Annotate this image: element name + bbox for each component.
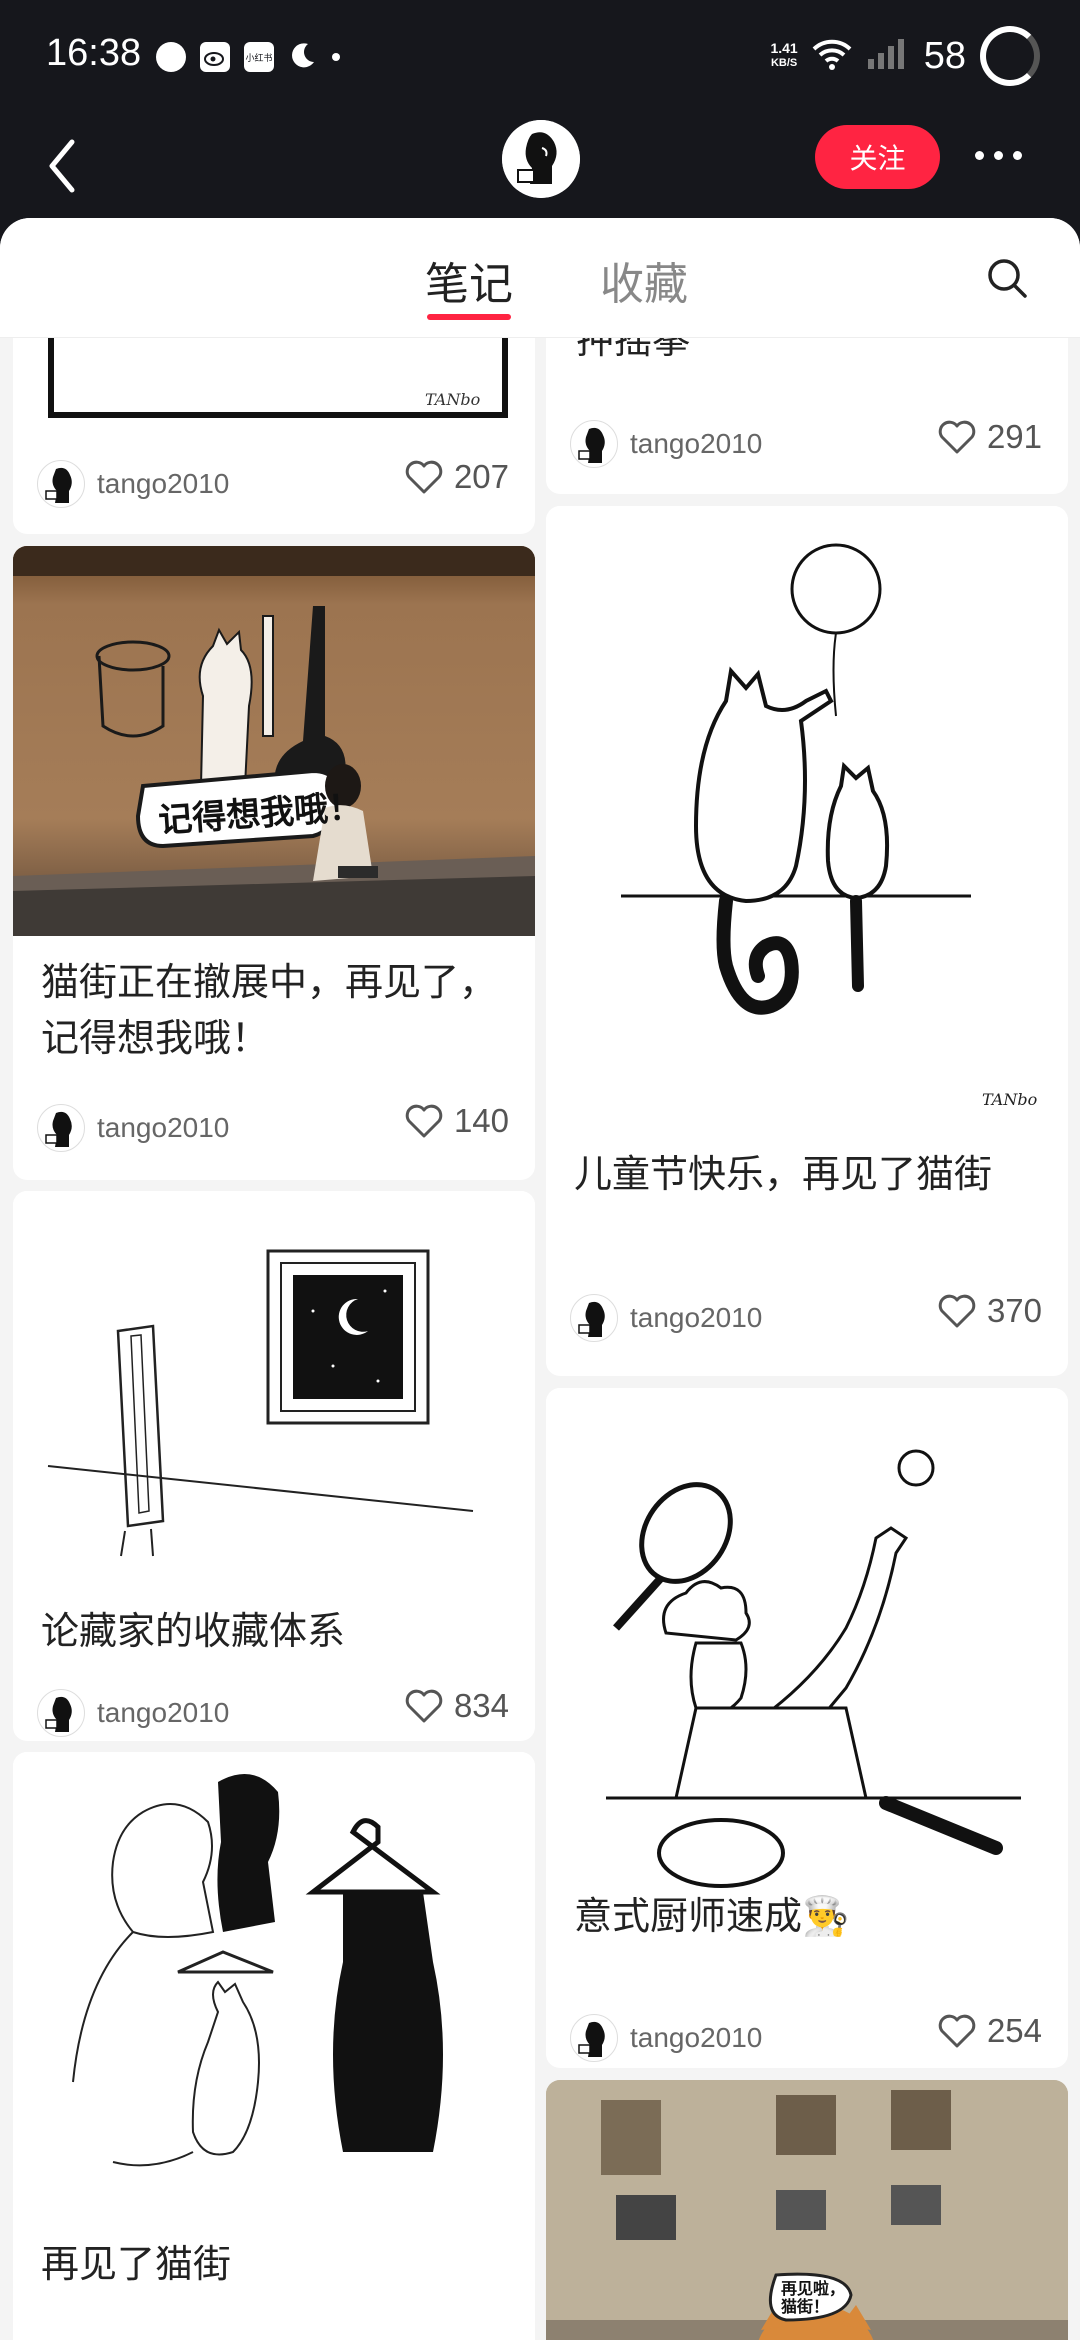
xhs-icon-label: 小红书 bbox=[245, 53, 273, 64]
net-speed-value: 1.41 bbox=[770, 40, 798, 56]
like-button[interactable]: 370 bbox=[937, 1292, 1042, 1330]
chevron-left-icon bbox=[49, 139, 75, 193]
like-button[interactable]: 291 bbox=[937, 418, 1042, 456]
heart-icon bbox=[938, 420, 976, 454]
note-author[interactable]: tango2010 bbox=[570, 420, 762, 468]
note-title: 猫街正在撤展中，再见了，记得想我哦！ bbox=[41, 960, 498, 1060]
note-card[interactable]: 再见了猫街 tango2010 240 bbox=[13, 1752, 535, 2340]
note-author[interactable]: tango2010 bbox=[570, 1294, 762, 1342]
dot-icon bbox=[994, 150, 1003, 160]
wifi-icon bbox=[812, 37, 852, 75]
note-card[interactable]: 记得想我哦！ 猫街正在撤展中，再见了，记得想我哦！ tango2010 140 bbox=[13, 546, 535, 1180]
note-cover-image: 记得想我哦！ bbox=[13, 546, 535, 936]
profile-content-sheet: 笔记 收藏 TANbo tango2010 207 记得想我哦！ 猫街正在撤展中… bbox=[0, 218, 1080, 2340]
status-notification-icons: 小红书 bbox=[156, 40, 340, 74]
note-author[interactable]: tango2010 bbox=[37, 1104, 229, 1152]
header-avatar[interactable] bbox=[502, 120, 580, 198]
author-avatar bbox=[37, 1104, 85, 1152]
author-avatar bbox=[37, 460, 85, 508]
like-button[interactable]: 834 bbox=[404, 1687, 509, 1725]
author-avatar bbox=[570, 1294, 618, 1342]
author-name: tango2010 bbox=[97, 468, 230, 499]
search-button[interactable] bbox=[985, 256, 1029, 300]
author-name: tango2010 bbox=[630, 2022, 763, 2053]
note-cover-image bbox=[13, 1752, 535, 2222]
avatar-illustration-icon bbox=[502, 120, 580, 198]
author-name: tango2010 bbox=[97, 1697, 230, 1728]
signal-icon bbox=[866, 37, 910, 75]
note-author[interactable]: tango2010 bbox=[37, 460, 229, 508]
profile-header: 关注 bbox=[0, 120, 1080, 220]
author-avatar bbox=[37, 1689, 85, 1737]
author-avatar bbox=[570, 420, 618, 468]
tabs-bar: 笔记 收藏 bbox=[0, 218, 1080, 338]
like-count: 207 bbox=[453, 458, 509, 495]
note-card[interactable]: 再见啦，猫街！ bbox=[546, 2080, 1068, 2340]
active-tab-indicator bbox=[427, 314, 511, 320]
moon-icon bbox=[288, 40, 318, 74]
note-card[interactable]: 押摇拳 tango2010 291 bbox=[546, 338, 1068, 494]
note-card[interactable]: 论藏家的收藏体系 tango2010 834 bbox=[13, 1191, 535, 1741]
note-cover-image: TANbo bbox=[13, 338, 535, 438]
status-bar: 16:38 小红书 1.41 KB/S 58 bbox=[0, 0, 1080, 120]
net-speed-unit: KB/S bbox=[770, 57, 798, 69]
artist-signature: TANbo bbox=[982, 1090, 1038, 1109]
note-title: 儿童节快乐，再见了猫街 bbox=[574, 1152, 993, 1196]
like-count: 140 bbox=[453, 1102, 509, 1139]
author-name: tango2010 bbox=[630, 428, 763, 459]
search-icon bbox=[988, 259, 1027, 298]
note-cover-image: 再见啦，猫街！ bbox=[546, 2080, 1068, 2340]
back-button[interactable] bbox=[40, 130, 90, 200]
like-count: 254 bbox=[986, 2012, 1042, 2049]
more-options-button[interactable] bbox=[975, 140, 1035, 170]
net-speed: 1.41 KB/S bbox=[770, 41, 797, 71]
chat-bubble-icon bbox=[156, 42, 186, 72]
notes-feed[interactable]: TANbo tango2010 207 记得想我哦！ 猫街正在撤展中，再见了，记… bbox=[0, 338, 1080, 2340]
note-title: 押摇拳 bbox=[576, 338, 691, 362]
note-author[interactable]: tango2010 bbox=[37, 1689, 229, 1737]
note-title: 再见了猫街 bbox=[41, 2242, 232, 2286]
tab-favorites[interactable]: 收藏 bbox=[600, 248, 688, 312]
note-card[interactable]: TANbo tango2010 207 bbox=[13, 338, 535, 534]
like-count: 834 bbox=[453, 1687, 509, 1724]
note-cover-image: TANbo bbox=[546, 506, 1068, 1126]
note-author[interactable]: tango2010 bbox=[570, 2014, 762, 2062]
note-cover-image bbox=[13, 1191, 535, 1611]
follow-button[interactable]: 关注 bbox=[815, 125, 940, 189]
heart-icon bbox=[405, 1689, 443, 1723]
tab-notes[interactable]: 笔记 bbox=[425, 248, 513, 312]
heart-icon bbox=[938, 2014, 976, 2048]
like-button[interactable]: 140 bbox=[404, 1102, 509, 1140]
artist-signature: TANbo bbox=[425, 390, 481, 409]
battery-level: 58 bbox=[923, 34, 966, 77]
heart-icon bbox=[938, 1294, 976, 1328]
status-system-icons: 1.41 KB/S 58 bbox=[770, 26, 1040, 86]
weibo-icon bbox=[200, 42, 230, 72]
note-title: 论藏家的收藏体系 bbox=[41, 1609, 346, 1653]
more-notifications-dot bbox=[332, 53, 340, 61]
status-time: 16:38 bbox=[46, 32, 142, 74]
note-card[interactable]: TANbo 儿童节快乐，再见了猫街 tango2010 370 bbox=[546, 506, 1068, 1376]
author-name: tango2010 bbox=[630, 1302, 763, 1333]
dot-icon bbox=[1013, 150, 1022, 160]
note-cover-image bbox=[546, 1388, 1068, 1888]
author-avatar bbox=[570, 2014, 618, 2062]
heart-icon bbox=[405, 460, 443, 494]
photo-sign-text: 再见啦，猫街！ bbox=[781, 2279, 846, 2316]
like-count: 370 bbox=[986, 1292, 1042, 1329]
like-button[interactable]: 207 bbox=[404, 458, 509, 496]
xiaohongshu-icon: 小红书 bbox=[244, 42, 274, 72]
heart-icon bbox=[405, 1104, 443, 1138]
like-count: 291 bbox=[986, 418, 1042, 455]
dot-icon bbox=[975, 150, 984, 160]
battery-ring-icon bbox=[980, 26, 1040, 86]
like-button[interactable]: 254 bbox=[937, 2012, 1042, 2050]
author-name: tango2010 bbox=[97, 1112, 230, 1143]
note-card[interactable]: 意式厨师速成👨‍🍳 tango2010 254 bbox=[546, 1388, 1068, 2068]
note-title: 意式厨师速成👨‍🍳 bbox=[574, 1894, 850, 1938]
